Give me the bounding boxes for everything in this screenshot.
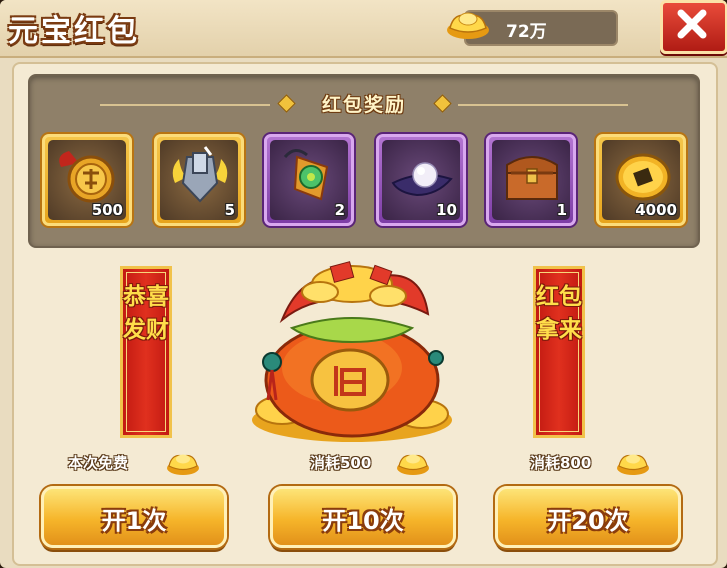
open-10-button[interactable]: 开10次 (270, 486, 456, 548)
reward-slot[interactable]: 1 (486, 134, 576, 226)
reward-qty: 10 (436, 201, 457, 219)
treasure-chest-icon (506, 156, 558, 200)
reward-qty: 1 (556, 201, 567, 219)
reward-qty: 4000 (635, 201, 677, 219)
close-button[interactable] (660, 0, 727, 54)
open-1-button[interactable]: 开1次 (41, 486, 227, 548)
reward-slot[interactable]: 2 (264, 134, 354, 226)
reward-slot[interactable]: 5 (154, 134, 244, 226)
reward-qty: 5 (224, 201, 235, 219)
open-20-button[interactable]: 开20次 (495, 486, 681, 548)
reward-qty: 2 (334, 201, 345, 219)
open-20-label: 开20次 (547, 507, 629, 535)
open-10-label: 开10次 (322, 507, 404, 535)
reward-qty: 500 (91, 201, 123, 219)
window: 元宝红包 72万 红包奖励 500 5 2 10 1 4000 恭喜发财 红包拿… (0, 0, 727, 568)
banner-left-text: 恭喜发财 (123, 284, 169, 343)
reward-slot[interactable]: 4000 (596, 134, 686, 226)
gold-ingot-icon (397, 454, 429, 475)
reward-slot[interactable]: 500 (42, 134, 132, 226)
cost-label-10: 消耗500 (310, 454, 372, 472)
gold-ingot-icon (617, 454, 649, 475)
banner-right: 红包拿来 (533, 266, 585, 438)
coin-icon (615, 153, 671, 201)
gold-ingot-icon (447, 12, 489, 39)
armor-icon (172, 146, 228, 203)
pearl-icon (391, 162, 453, 197)
open-1-label: 开1次 (101, 507, 167, 535)
jade-pendant-icon (283, 149, 329, 201)
gold-amount: 72万 (506, 22, 547, 42)
banner-left: 恭喜发财 (120, 266, 172, 438)
reward-slot[interactable]: 10 (376, 134, 466, 226)
window-title: 元宝红包 (8, 14, 140, 49)
cost-label-20: 消耗800 (530, 454, 592, 472)
close-icon (677, 9, 707, 39)
reward-header: 红包奖励 (30, 88, 698, 118)
banner-right-text: 红包拿来 (536, 284, 582, 343)
gold-ingot-icon (167, 454, 199, 475)
cost-label-1: 本次免费 (68, 454, 129, 472)
lucky-bag-icon (252, 261, 452, 442)
medal-icon (59, 151, 115, 203)
reward-title: 红包奖励 (321, 94, 406, 116)
